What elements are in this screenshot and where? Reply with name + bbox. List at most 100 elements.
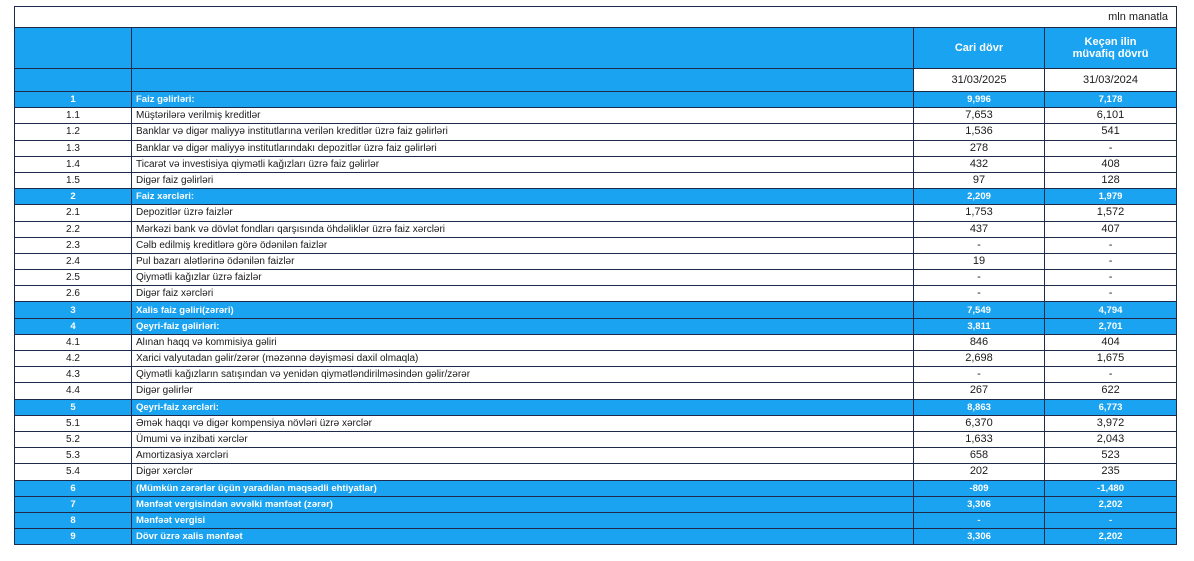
row-current-value: -809 bbox=[913, 479, 1045, 497]
table-row: 2.1 Depozitlər üzrə faizlər 1,753 1,572 bbox=[14, 204, 1178, 222]
row-label: Digər xərclər bbox=[131, 463, 914, 481]
row-number: 1.3 bbox=[14, 139, 132, 157]
row-previous-value: - bbox=[1043, 285, 1178, 303]
section-row: 4 Qeyri-faiz gəlirləri: 3,811 2,701 bbox=[14, 317, 1178, 335]
row-number: 4.3 bbox=[14, 366, 132, 384]
row-number: 4.2 bbox=[14, 349, 132, 368]
row-label: Banklar və digər maliyyə institutlarında… bbox=[131, 139, 914, 157]
row-current-value: - bbox=[913, 285, 1045, 303]
row-number: 2.1 bbox=[14, 204, 132, 222]
row-number: 1 bbox=[14, 90, 132, 109]
row-previous-value: 2,202 bbox=[1043, 495, 1178, 513]
row-number: 1.1 bbox=[14, 107, 132, 125]
row-label: Cəlb edilmiş kreditlərə görə ödənilən fa… bbox=[131, 236, 914, 254]
table-row: 1.1 Müştərilərə verilmiş kreditlər 7,653 6,… bbox=[14, 107, 1178, 125]
row-current-value: 3,306 bbox=[913, 495, 1045, 513]
row-number: 7 bbox=[14, 495, 132, 513]
section-row: 6 (Mümkün zərərlər üçün yaradılan məqsədl… bbox=[14, 479, 1178, 497]
row-label: Pul bazarı alətlərinə ödənilən faizlər bbox=[131, 252, 914, 271]
row-previous-value: 407 bbox=[1043, 220, 1178, 238]
row-current-value: 846 bbox=[913, 333, 1045, 352]
section-row: 9 Dövr üzrə xalis mənfəət 3,306 2,202 bbox=[14, 528, 1178, 546]
row-previous-value: - bbox=[1043, 236, 1178, 254]
row-current-value: 2,209 bbox=[913, 188, 1045, 206]
row-current-value: 19 bbox=[913, 252, 1045, 271]
table-row: 4.3 Qiymətli kağızların satışından və yen… bbox=[14, 366, 1178, 384]
header-current-period: Cari dövr bbox=[913, 27, 1045, 69]
row-label: Amortizasiya xərcləri bbox=[131, 447, 914, 465]
row-label: (Mümkün zərərlər üçün yaradılan məqsədli… bbox=[131, 479, 914, 497]
section-row: 2 Faiz xərcləri: 2,209 1,979 bbox=[14, 188, 1178, 206]
row-previous-value: 6,773 bbox=[1043, 398, 1178, 416]
row-number: 1.5 bbox=[14, 171, 132, 190]
row-previous-value: 622 bbox=[1043, 382, 1178, 400]
row-current-value: 1,633 bbox=[913, 430, 1045, 449]
table-row: 2.3 Cəlb edilmiş kreditlərə görə ödənilən… bbox=[14, 236, 1178, 254]
row-current-value: 9,996 bbox=[913, 90, 1045, 109]
row-number: 2.4 bbox=[14, 252, 132, 271]
row-current-value: 202 bbox=[913, 463, 1045, 481]
table-row: 4.1 Alınan haqq və kommisiya gəliri 846 404 bbox=[14, 333, 1178, 352]
row-number: 5.3 bbox=[14, 447, 132, 465]
section-row: 7 Mənfəət vergisindən əvvəlki mənfəət (zə… bbox=[14, 495, 1178, 513]
row-previous-value: 4,794 bbox=[1043, 301, 1178, 319]
row-label: Ticarət və investisiya qiymətli kağızlar… bbox=[131, 155, 914, 173]
row-number: 1.4 bbox=[14, 155, 132, 173]
row-current-value: 437 bbox=[913, 220, 1045, 238]
row-previous-value: 541 bbox=[1043, 123, 1178, 141]
row-current-value: 3,306 bbox=[913, 528, 1045, 546]
section-row: 3 Xalis faiz gəliri(zərəri) 7,549 4,794 bbox=[14, 301, 1178, 319]
table-row: 5.3 Amortizasiya xərcləri 658 523 bbox=[14, 447, 1178, 465]
row-previous-value: - bbox=[1043, 139, 1178, 157]
row-label: Digər gəlirlər bbox=[131, 382, 914, 400]
date-row: 31/03/2025 31/03/2024 bbox=[14, 68, 1178, 92]
table-row: 5.1 Əmək haqqı və digər kompensiya növlər… bbox=[14, 414, 1178, 432]
table-row: 1.2 Banklar və digər maliyyə institutları… bbox=[14, 123, 1178, 141]
row-current-value: 2,698 bbox=[913, 349, 1045, 368]
row-current-value: - bbox=[913, 511, 1045, 530]
row-label: Faiz gəlirləri: bbox=[131, 90, 914, 109]
row-label: Digər faiz xərcləri bbox=[131, 285, 914, 303]
row-label: Alınan haqq və kommisiya gəliri bbox=[131, 333, 914, 352]
row-number: 4.1 bbox=[14, 333, 132, 352]
row-label: Mənfəət vergisi bbox=[131, 511, 914, 530]
row-number: 2 bbox=[14, 188, 132, 206]
row-current-value: 1,536 bbox=[913, 123, 1045, 141]
row-number: 2.5 bbox=[14, 269, 132, 287]
row-number: 4 bbox=[14, 317, 132, 335]
row-number: 5.2 bbox=[14, 430, 132, 449]
row-current-value: 6,370 bbox=[913, 414, 1045, 432]
row-number: 2.3 bbox=[14, 236, 132, 254]
row-number: 6 bbox=[14, 479, 132, 497]
row-number: 9 bbox=[14, 528, 132, 546]
row-label: Depozitlər üzrə faizlər bbox=[131, 204, 914, 222]
table-row: 4.4 Digər gəlirlər 267 622 bbox=[14, 382, 1178, 400]
row-label: Digər faiz gəlirləri bbox=[131, 171, 914, 190]
row-label: Əmək haqqı və digər kompensiya növləri ü… bbox=[131, 414, 914, 432]
header-previous-period: Keçən ilin müvafiq dövrü bbox=[1043, 27, 1178, 69]
row-number: 2.2 bbox=[14, 220, 132, 238]
row-previous-value: 404 bbox=[1043, 333, 1178, 352]
row-current-value: 7,549 bbox=[913, 301, 1045, 319]
row-previous-value: 523 bbox=[1043, 447, 1178, 465]
row-number: 2.6 bbox=[14, 285, 132, 303]
row-current-value: 97 bbox=[913, 171, 1045, 190]
row-number: 5 bbox=[14, 398, 132, 416]
row-number: 5.1 bbox=[14, 414, 132, 432]
row-previous-value: 1,979 bbox=[1043, 188, 1178, 206]
row-label: Müştərilərə verilmiş kreditlər bbox=[131, 107, 914, 125]
unit-label: mln manatla bbox=[13, 6, 1178, 28]
row-previous-value: 2,202 bbox=[1043, 528, 1178, 546]
row-number: 4.4 bbox=[14, 382, 132, 400]
row-current-value: 278 bbox=[913, 139, 1045, 157]
row-previous-value: 1,572 bbox=[1043, 204, 1178, 222]
section-row: 5 Qeyri-faiz xərcləri: 8,863 6,773 bbox=[14, 398, 1178, 416]
section-row: 8 Mənfəət vergisi - - bbox=[14, 511, 1178, 530]
header-num-cell bbox=[14, 27, 132, 69]
date-previous: 31/03/2024 bbox=[1043, 68, 1178, 92]
row-previous-value: -1,480 bbox=[1043, 479, 1178, 497]
row-label: Dövr üzrə xalis mənfəət bbox=[131, 528, 914, 546]
row-label: Ümumi və inzibati xərclər bbox=[131, 430, 914, 449]
unit-row: mln manatla bbox=[13, 6, 1178, 28]
row-previous-value: - bbox=[1043, 366, 1178, 384]
